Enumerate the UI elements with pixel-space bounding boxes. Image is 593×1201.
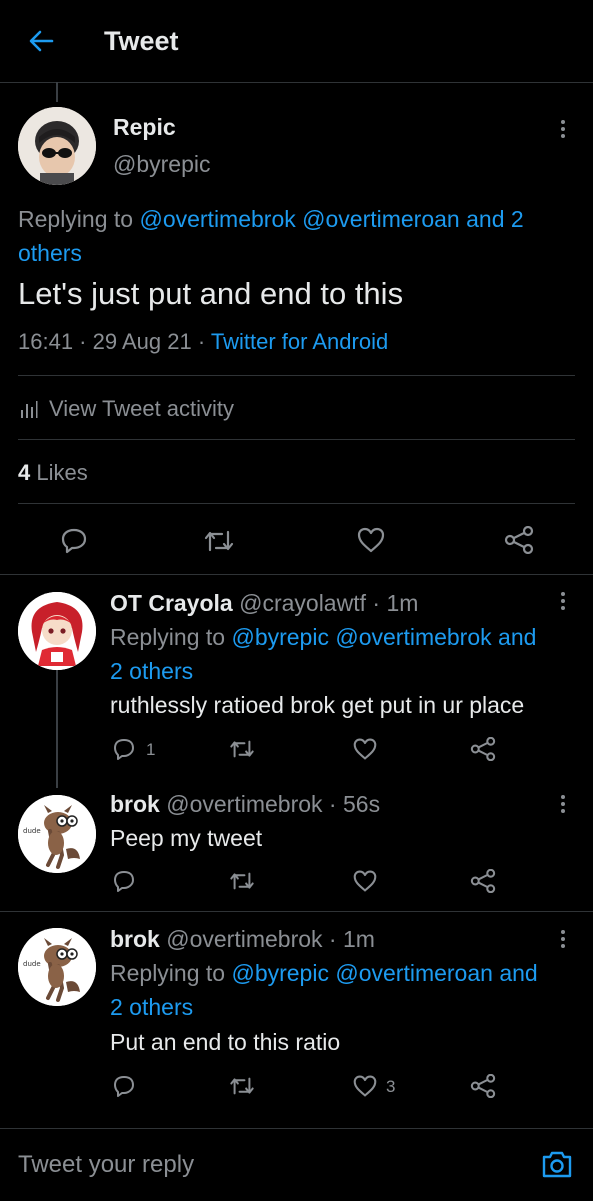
replying-and[interactable]: and bbox=[492, 624, 536, 650]
avatar[interactable] bbox=[18, 592, 96, 670]
divider bbox=[0, 574, 593, 575]
divider bbox=[0, 911, 593, 912]
more-vertical-icon[interactable] bbox=[560, 795, 566, 817]
tweet-meta: 16:41 · 29 Aug 21 · Twitter for Android bbox=[18, 329, 389, 354]
reply-count: 1 bbox=[146, 740, 156, 759]
tweet-source[interactable]: Twitter for Android bbox=[211, 329, 388, 354]
replying-prefix: Replying to bbox=[110, 960, 232, 986]
thread-connector bbox=[56, 82, 58, 102]
retweet-icon[interactable] bbox=[228, 870, 256, 892]
share-icon[interactable] bbox=[504, 526, 534, 554]
bar-chart-icon bbox=[21, 401, 38, 418]
avatar-image: dude bbox=[18, 795, 96, 873]
replying-users[interactable]: @byrepic @overtimeroan bbox=[231, 960, 492, 986]
author-handle[interactable]: @crayolawtf bbox=[239, 590, 366, 616]
likes-stat[interactable]: 4 Likes bbox=[18, 460, 88, 486]
view-tweet-activity-label: View Tweet activity bbox=[49, 396, 235, 421]
divider bbox=[18, 503, 575, 504]
replying-and[interactable]: and 2 bbox=[460, 206, 524, 232]
reply-header: brok @overtimebrok · 56s bbox=[110, 791, 381, 817]
likes-label: Likes bbox=[36, 460, 88, 485]
retweet-icon[interactable] bbox=[202, 528, 236, 554]
heart-icon[interactable] bbox=[352, 869, 378, 893]
tweet-time: 1m bbox=[386, 590, 419, 616]
tweet-text: ruthlessly ratioed brok get put in ur pl… bbox=[110, 692, 525, 718]
divider bbox=[18, 375, 575, 376]
tweet-date: 29 Aug 21 bbox=[92, 329, 192, 354]
replying-and[interactable]: and bbox=[493, 960, 537, 986]
heart-icon[interactable] bbox=[352, 1074, 378, 1098]
share-icon[interactable] bbox=[470, 1074, 496, 1098]
replying-others[interactable]: others bbox=[18, 240, 82, 266]
reply-icon[interactable] bbox=[112, 869, 136, 893]
avatar-image bbox=[18, 592, 96, 670]
heart-icon[interactable] bbox=[356, 526, 386, 554]
avatar-caption: dude bbox=[23, 827, 41, 835]
divider bbox=[18, 439, 575, 440]
more-vertical-icon[interactable] bbox=[560, 930, 566, 952]
replying-others[interactable]: 2 others bbox=[110, 658, 193, 684]
replying-prefix: Replying to bbox=[18, 206, 140, 232]
replying-to: Replying to @overtimebrok @overtimeroan … bbox=[18, 202, 578, 270]
replying-others[interactable]: 2 others bbox=[110, 994, 193, 1020]
top-app-bar: Tweet bbox=[0, 0, 593, 83]
replying-to: Replying to @byrepic @overtimebrok and 2… bbox=[110, 620, 580, 688]
replying-users[interactable]: @overtimebrok @overtimeroan bbox=[139, 206, 459, 232]
avatar[interactable] bbox=[18, 107, 96, 185]
like-count: 3 bbox=[386, 1077, 396, 1096]
author-handle[interactable]: @overtimebrok bbox=[166, 926, 322, 952]
heart-icon[interactable] bbox=[352, 737, 378, 761]
reply-icon[interactable] bbox=[112, 1074, 136, 1098]
author-name[interactable]: Repic bbox=[113, 114, 176, 141]
author-name[interactable]: brok bbox=[110, 926, 160, 952]
retweet-icon[interactable] bbox=[228, 1075, 256, 1097]
replying-users[interactable]: @byrepic @overtimebrok bbox=[231, 624, 491, 650]
replying-prefix: Replying to bbox=[110, 624, 232, 650]
share-icon[interactable] bbox=[470, 737, 496, 761]
reply-header: brok @overtimebrok · 1m bbox=[110, 926, 375, 952]
reply-composer-bar: Tweet your reply bbox=[0, 1128, 593, 1201]
tweet-time: 16:41 bbox=[18, 329, 74, 354]
avatar-image bbox=[18, 107, 96, 185]
more-vertical-icon[interactable] bbox=[560, 592, 566, 614]
author-name[interactable]: OT Crayola bbox=[110, 590, 233, 616]
author-handle[interactable]: @overtimebrok bbox=[166, 791, 322, 817]
avatar[interactable]: dude bbox=[18, 795, 96, 873]
author-handle[interactable]: @byrepic bbox=[113, 151, 211, 178]
share-icon[interactable] bbox=[470, 869, 496, 893]
avatar-image: dude bbox=[18, 928, 96, 1006]
more-vertical-icon[interactable] bbox=[560, 120, 566, 142]
replying-to: Replying to @byrepic @overtimeroan and 2… bbox=[110, 956, 580, 1024]
back-arrow-icon[interactable] bbox=[28, 28, 54, 54]
avatar[interactable]: dude bbox=[18, 928, 96, 1006]
reply-icon[interactable] bbox=[112, 737, 136, 761]
thread-connector bbox=[56, 670, 58, 788]
retweet-icon[interactable] bbox=[228, 738, 256, 760]
reply-header: OT Crayola @crayolawtf · 1m bbox=[110, 590, 419, 616]
reply-input[interactable]: Tweet your reply bbox=[18, 1151, 194, 1179]
reply-icon[interactable] bbox=[60, 526, 88, 554]
tweet-time: 56s bbox=[342, 791, 381, 817]
camera-icon[interactable] bbox=[541, 1149, 573, 1179]
author-name[interactable]: brok bbox=[110, 791, 160, 817]
tweet-time: 1m bbox=[342, 926, 375, 952]
avatar-caption: dude bbox=[23, 960, 41, 968]
tweet-text: Let's just put and end to this bbox=[18, 276, 404, 311]
tweet-text: Put an end to this ratio bbox=[110, 1029, 341, 1055]
tweet-text: Peep my tweet bbox=[110, 825, 263, 851]
page-title: Tweet bbox=[104, 26, 179, 56]
view-tweet-activity[interactable]: View Tweet activity bbox=[18, 396, 318, 424]
likes-count: 4 bbox=[18, 460, 31, 485]
